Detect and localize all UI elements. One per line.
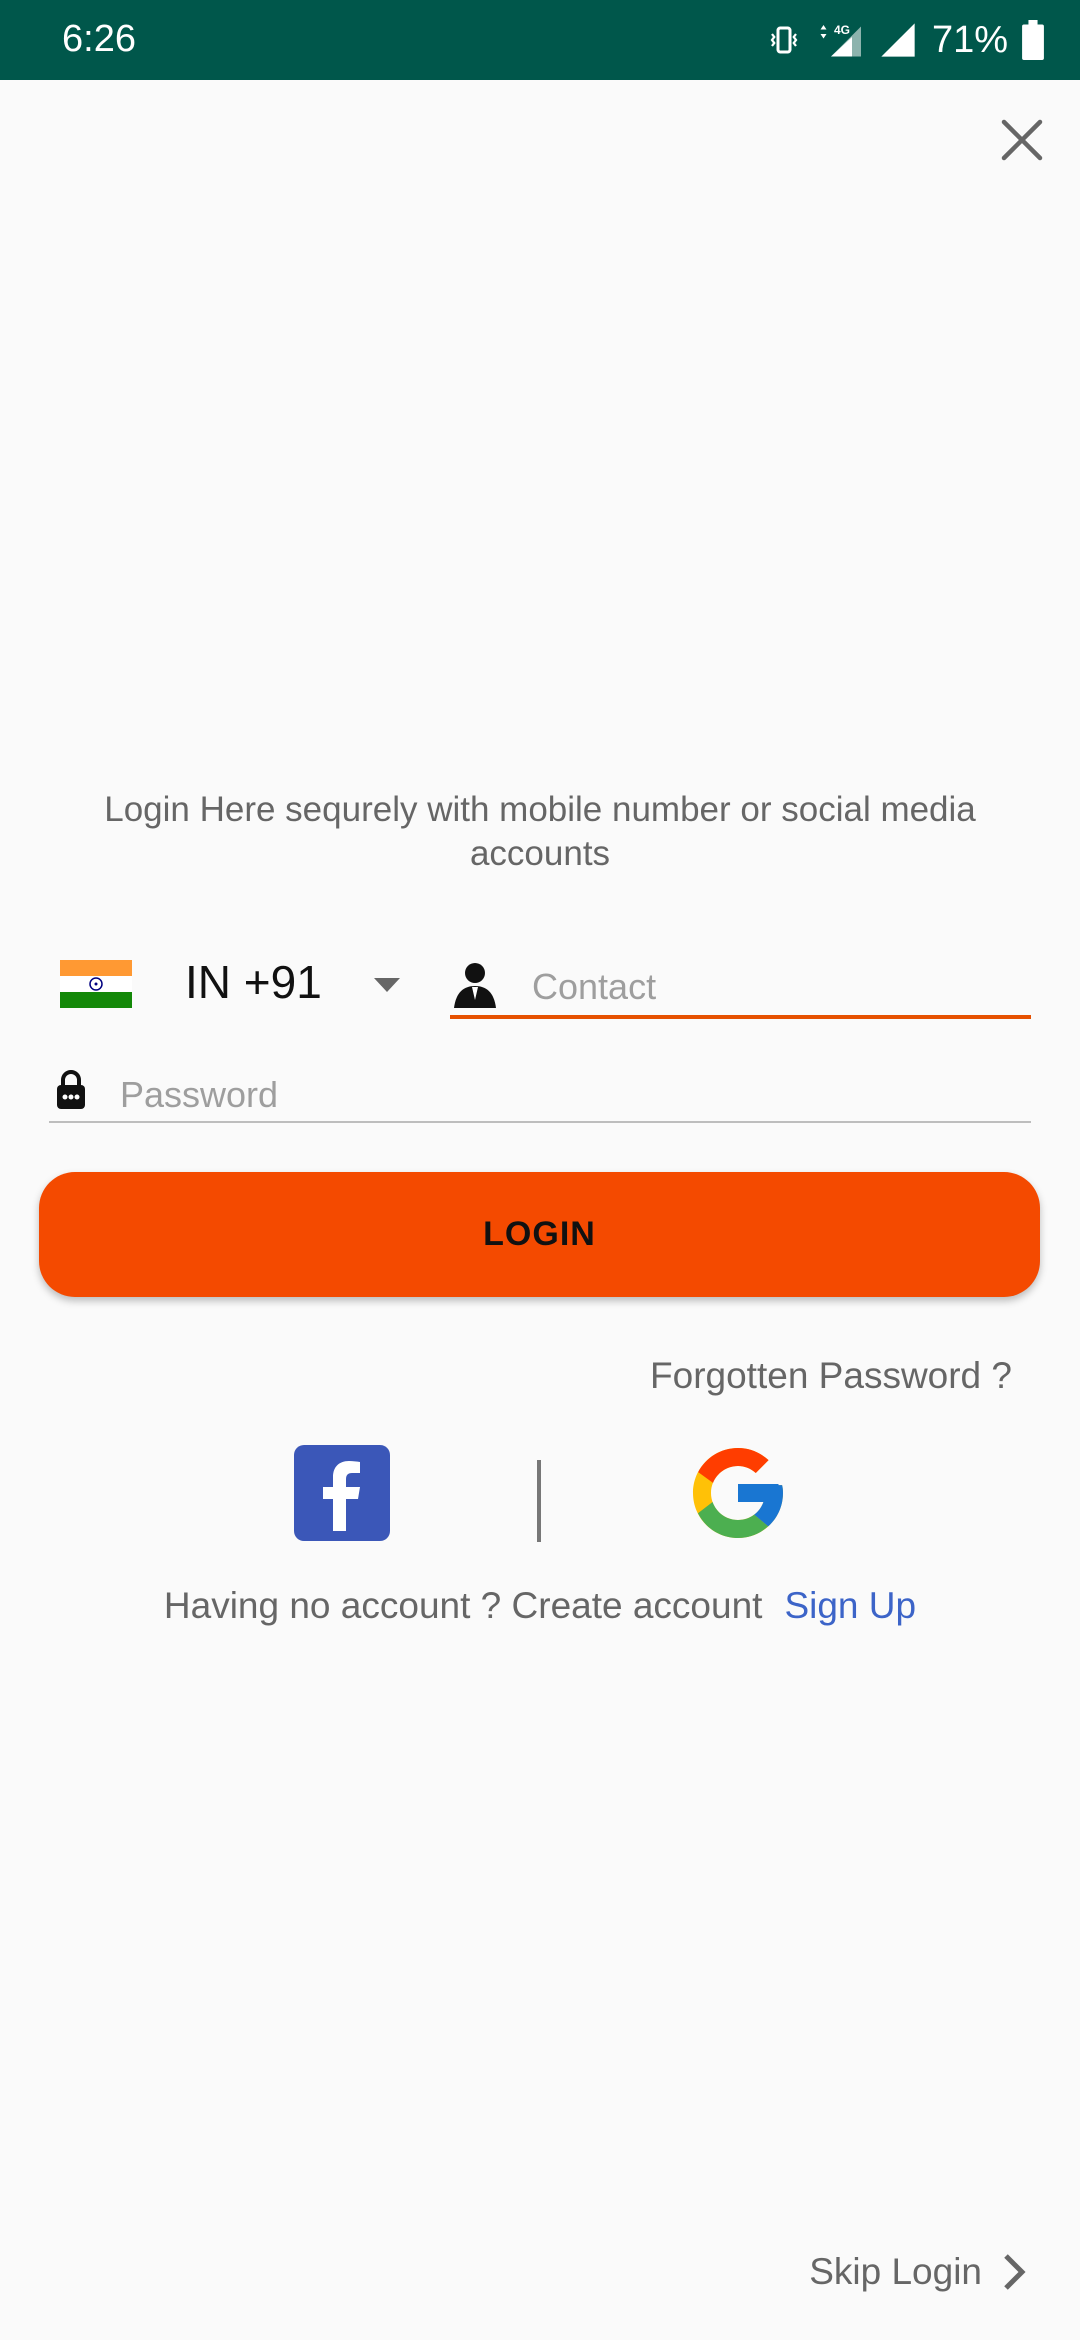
forgot-password-link[interactable]: Forgotten Password ? (650, 1355, 1012, 1397)
lock-icon (57, 1070, 85, 1109)
social-divider (537, 1460, 541, 1542)
contact-underline (450, 1015, 1031, 1019)
vibrate-icon (770, 26, 798, 54)
chevron-right-icon (1004, 2254, 1026, 2290)
skip-login-label: Skip Login (809, 2251, 982, 2292)
battery-icon (1022, 20, 1044, 60)
login-intro-text: Login Here sequrely with mobile number o… (104, 790, 976, 873)
dropdown-arrow-icon[interactable] (372, 974, 402, 994)
signup-row: Having no account ? Create account Sign U… (0, 1585, 1080, 1627)
network-type-label: 4G (834, 23, 850, 37)
mobile-data-icon: 4G (820, 23, 861, 57)
password-underline (49, 1121, 1031, 1123)
password-input[interactable] (118, 1066, 1022, 1124)
signal-icon (881, 23, 915, 57)
contact-person-icon (454, 963, 496, 1008)
facebook-icon[interactable] (294, 1445, 390, 1541)
signup-link[interactable]: Sign Up (784, 1585, 916, 1626)
login-button[interactable]: LOGIN (39, 1172, 1040, 1297)
google-icon[interactable] (684, 1439, 792, 1547)
country-code-selector[interactable]: IN +91 (185, 955, 322, 1009)
status-time: 6:26 (62, 18, 136, 60)
close-icon[interactable] (992, 110, 1052, 170)
contact-input[interactable] (530, 958, 1034, 1016)
battery-percent: 71% (931, 18, 1008, 61)
status-bar: 6:26 4G 71% (0, 0, 1080, 80)
india-flag-icon[interactable] (60, 960, 132, 1008)
skip-login-button[interactable]: Skip Login (809, 2250, 1030, 2294)
status-icons: 4G 71% (766, 14, 1044, 66)
signup-prompt: Having no account ? Create account (163, 1585, 763, 1626)
